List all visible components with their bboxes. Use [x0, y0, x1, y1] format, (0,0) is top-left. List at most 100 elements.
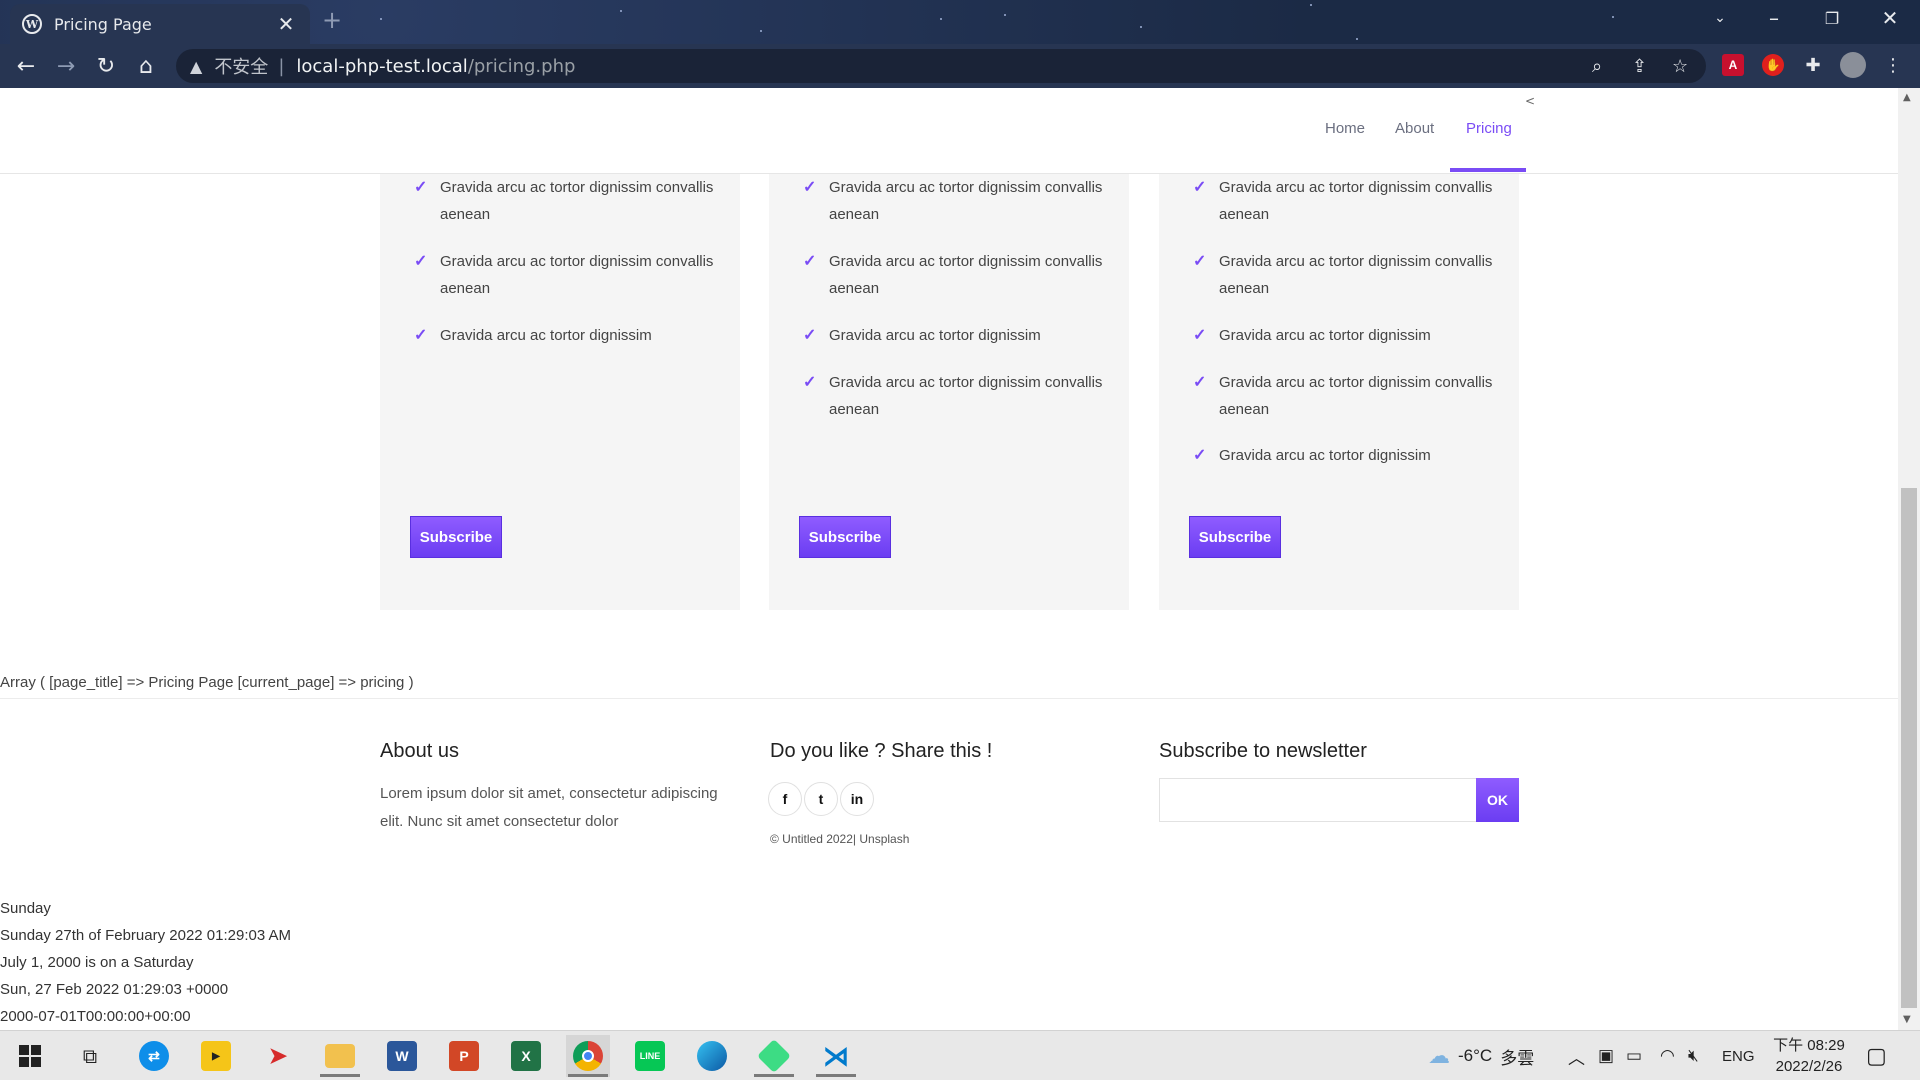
feature-item: ✓ Gravida arcu ac tortor dignissim conval… — [414, 248, 714, 302]
site-navbar: < Home About Pricing — [0, 88, 1898, 174]
feature-item: ✓ Gravida arcu ac tortor dignissim — [1193, 322, 1493, 349]
weather-desc: 多雲 — [1500, 1048, 1535, 1068]
weather-temp: -6°C — [1458, 1046, 1493, 1065]
nav-active-indicator — [1450, 168, 1526, 172]
minimize-icon[interactable]: – — [1754, 6, 1794, 30]
edge-icon[interactable] — [690, 1035, 734, 1077]
feature-item: ✓ Gravida arcu ac tortor dignissim conval… — [803, 248, 1103, 302]
twitter-icon[interactable]: t — [804, 782, 838, 816]
nav-about[interactable]: About — [1395, 120, 1434, 137]
profile-avatar[interactable] — [1838, 50, 1868, 80]
insecure-label[interactable]: 不安全 — [214, 53, 268, 79]
git-app-icon[interactable]: ➤ — [256, 1035, 300, 1077]
facebook-icon[interactable]: f — [768, 782, 802, 816]
notification-icon[interactable]: ▢ — [1866, 1031, 1887, 1081]
zoom-icon[interactable]: ⌕ — [1592, 49, 1602, 83]
feature-item: ✓ Gravida arcu ac tortor dignissim conval… — [803, 369, 1103, 423]
subscribe-button[interactable]: Subscribe — [799, 516, 891, 558]
check-icon: ✓ — [803, 374, 817, 391]
adblock-extension-icon[interactable]: ✋ — [1758, 50, 1788, 80]
tab-close-icon[interactable]: ✕ — [274, 12, 298, 36]
forward-icon[interactable]: → — [46, 48, 86, 84]
subscribe-button[interactable]: Subscribe — [1189, 516, 1281, 558]
tab-strip: W Pricing Page ✕ + ⌄ – ❐ ✕ — [0, 0, 1920, 44]
browser-chrome: W Pricing Page ✕ + ⌄ – ❐ ✕ ← → ↻ ⌂ ▲ 不安全… — [0, 0, 1920, 88]
linkedin-icon[interactable]: in — [840, 782, 874, 816]
warning-icon[interactable]: ▲ — [190, 57, 202, 76]
pricing-card-1: ✓ Gravida arcu ac tortor dignissim conval… — [380, 174, 740, 610]
copyright-text: © Untitled 2022| Unsplash — [770, 832, 909, 846]
feature-item: ✓ Gravida arcu ac tortor dignissim conval… — [1193, 369, 1493, 423]
security-icon[interactable]: ▣ — [1598, 1031, 1614, 1081]
weather-widget[interactable]: ☁ -6°C 多雲 — [1428, 1031, 1534, 1081]
system-clock[interactable]: 下午 08:29 2022/2/26 — [1764, 1035, 1854, 1077]
date-output-line: July 1, 2000 is on a Saturday — [0, 954, 194, 971]
show-hidden-icons-icon[interactable]: ︿ — [1568, 1031, 1585, 1081]
tab-title: Pricing Page — [54, 14, 152, 34]
cloud-icon: ☁ — [1428, 1043, 1450, 1068]
powerpoint-icon[interactable]: P — [442, 1035, 486, 1077]
restore-icon[interactable]: ❐ — [1812, 9, 1852, 28]
check-icon: ✓ — [1193, 179, 1207, 196]
nav-pricing[interactable]: Pricing — [1466, 120, 1512, 137]
date-output-line: Sun, 27 Feb 2022 01:29:03 +0000 — [0, 981, 229, 998]
close-window-icon[interactable]: ✕ — [1870, 6, 1910, 30]
footer-newsletter-title: Subscribe to newsletter — [1159, 740, 1367, 762]
check-icon: ✓ — [803, 253, 817, 270]
pricing-card-3: ✓ Gravida arcu ac tortor dignissim conval… — [1159, 174, 1519, 610]
android-studio-icon[interactable] — [752, 1035, 796, 1077]
check-icon: ✓ — [1193, 253, 1207, 270]
scroll-down-arrow-icon[interactable]: ▼ — [1903, 1014, 1911, 1025]
nav-home[interactable]: Home — [1325, 120, 1365, 137]
date-output-line: Sunday 27th of February 2022 01:29:03 AM — [0, 927, 292, 944]
footer-divider — [0, 698, 1898, 699]
address-bar[interactable]: ▲ 不安全 | local-php-test.local /pricing.ph… — [176, 49, 1706, 83]
check-icon: ✓ — [414, 327, 428, 344]
back-icon[interactable]: ← — [6, 48, 46, 84]
menu-kebab-icon[interactable]: ⋮ — [1878, 50, 1908, 80]
wordpress-icon: W — [22, 14, 42, 34]
start-button[interactable] — [8, 1035, 52, 1077]
windows-taskbar: ⧉ ⇄ ▶ ➤ W P X LINE ⋊ ☁ -6°C 多雲 ︿ ▣ ▭ ◠ 🔇… — [0, 1030, 1920, 1080]
check-icon: ✓ — [1193, 374, 1207, 391]
word-icon[interactable]: W — [380, 1035, 424, 1077]
collapse-icon[interactable]: < — [1525, 94, 1535, 108]
volume-muted-icon[interactable]: 🔇︎ — [1688, 1031, 1699, 1081]
battery-icon[interactable]: ▭ — [1626, 1031, 1642, 1081]
newsletter-email-input[interactable] — [1159, 778, 1477, 822]
extensions-puzzle-icon[interactable]: ✚ — [1798, 50, 1828, 80]
url-path[interactable]: /pricing.php — [468, 56, 576, 77]
task-view-icon[interactable]: ⧉ — [68, 1035, 112, 1077]
page-content: < Home About Pricing ✓ Gravida arcu ac to… — [0, 88, 1898, 1030]
teamviewer-icon[interactable]: ⇄ — [132, 1035, 176, 1077]
potplayer-icon[interactable]: ▶ — [194, 1035, 238, 1077]
share-icon[interactable]: ⇪ — [1632, 49, 1647, 83]
bookmark-star-icon[interactable]: ☆ — [1672, 49, 1688, 83]
new-tab-button[interactable]: + — [322, 6, 342, 34]
file-explorer-icon[interactable] — [318, 1035, 362, 1077]
scrollbar-thumb[interactable] — [1901, 488, 1917, 1008]
url-separator: | — [278, 55, 285, 77]
pdf-extension-icon[interactable]: A — [1718, 50, 1748, 80]
language-indicator[interactable]: ENG — [1722, 1031, 1755, 1081]
line-icon[interactable]: LINE — [628, 1035, 672, 1077]
browser-toolbar: ← → ↻ ⌂ ▲ 不安全 | local-php-test.local /pr… — [0, 44, 1920, 88]
feature-item: ✓ Gravida arcu ac tortor dignissim — [1193, 442, 1493, 469]
scroll-up-arrow-icon[interactable]: ▲ — [1903, 92, 1911, 103]
reload-icon[interactable]: ↻ — [86, 48, 126, 84]
feature-item: ✓ Gravida arcu ac tortor dignissim — [414, 322, 714, 349]
clock-time: 下午 08:29 — [1773, 1037, 1845, 1054]
wifi-icon[interactable]: ◠ — [1660, 1031, 1675, 1081]
home-icon[interactable]: ⌂ — [126, 48, 166, 84]
tab-pricing-page[interactable]: W Pricing Page ✕ — [10, 4, 310, 44]
excel-icon[interactable]: X — [504, 1035, 548, 1077]
date-output-line: Sunday — [0, 900, 51, 917]
newsletter-ok-button[interactable]: OK — [1476, 778, 1519, 822]
unsplash-link[interactable]: Unsplash — [859, 832, 909, 846]
check-icon: ✓ — [414, 179, 428, 196]
tab-search-icon[interactable]: ⌄ — [1700, 10, 1740, 26]
url-host[interactable]: local-php-test.local — [296, 56, 467, 77]
chrome-icon[interactable] — [566, 1035, 610, 1077]
subscribe-button[interactable]: Subscribe — [410, 516, 502, 558]
vscode-icon[interactable]: ⋊ — [814, 1035, 858, 1077]
